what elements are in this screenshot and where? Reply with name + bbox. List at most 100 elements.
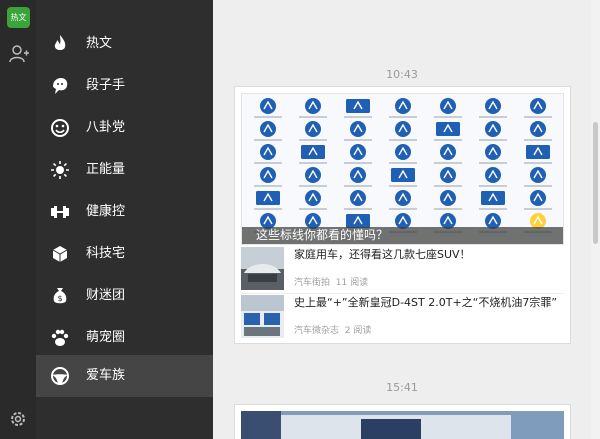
- sign-shape: [305, 98, 321, 114]
- category-item-health[interactable]: 健康控: [36, 191, 213, 233]
- sign-caption: [254, 162, 282, 164]
- sign-shape: [350, 167, 366, 183]
- article-title: 家庭用车，还得看这几款七座SUV！: [294, 248, 471, 261]
- sign-caption: [479, 162, 507, 164]
- sign-caption: [299, 162, 327, 164]
- sign-shape: [395, 144, 411, 160]
- category-label: 科技宅: [86, 246, 126, 261]
- article-headline: 这些标线你都看的懂吗？: [256, 228, 389, 242]
- paw-icon: [51, 329, 69, 346]
- sign-caption: [389, 116, 417, 118]
- sign-caption: [434, 116, 462, 118]
- sign-shape: [305, 121, 321, 137]
- divider: [241, 293, 564, 294]
- article-meta: 汽车微杂志 2 阅读: [294, 323, 371, 336]
- category-label: 热文: [86, 36, 113, 51]
- article-card[interactable]: 这些标线你都看的懂吗？ 家庭用车，还得看这几款七座SUV！ 汽车街拍 11 阅读…: [234, 86, 571, 344]
- sign-caption: [344, 116, 372, 118]
- article-headline-bar: 这些标线你都看的懂吗？: [242, 227, 563, 244]
- sign-shape: [260, 98, 276, 114]
- app-badge[interactable]: 热文: [7, 7, 30, 28]
- article-source: 汽车街拍: [294, 278, 331, 288]
- sign-shape: [530, 167, 546, 183]
- sign-shape: [530, 190, 546, 206]
- left-rail: 热文: [0, 0, 36, 439]
- article-title: 史上最“+”全新皇冠D-4ST 2.0T+之“不烧机油7宗罪”: [294, 296, 558, 309]
- article-list-item[interactable]: 家庭用车，还得看这几款七座SUV！ 汽车街拍 11 阅读: [241, 247, 564, 293]
- category-item-positive[interactable]: 正能量: [36, 149, 213, 191]
- sign-caption: [299, 185, 327, 187]
- sign-caption: [524, 185, 552, 187]
- category-label: 八卦党: [86, 120, 126, 135]
- article-cover-image[interactable]: [241, 411, 564, 439]
- sign-caption: [479, 208, 507, 210]
- dumbbell-icon: [51, 206, 69, 218]
- category-label: 段子手: [86, 78, 126, 93]
- timestamp: 15:41: [386, 381, 418, 394]
- sign-caption: [389, 208, 417, 210]
- sign-shape: [485, 144, 501, 160]
- category-label: 萌宠圈: [86, 330, 126, 345]
- sign-caption: [524, 116, 552, 118]
- sign-shape: [530, 98, 546, 114]
- article-card[interactable]: [234, 404, 571, 439]
- sign-shape: [350, 144, 366, 160]
- sign-caption: [344, 185, 372, 187]
- sign-shape: [305, 190, 321, 206]
- steering-wheel-icon: [51, 367, 69, 385]
- scrollbar-thumb[interactable]: [593, 122, 598, 244]
- sign-caption: [524, 208, 552, 210]
- sign-shape: [440, 98, 456, 114]
- article-reads: 11 阅读: [335, 278, 369, 288]
- sign-shape: [350, 121, 366, 137]
- timestamp: 10:43: [386, 68, 418, 81]
- chat-bubble-icon: [53, 78, 68, 94]
- article-cover-image[interactable]: 这些标线你都看的懂吗？: [241, 93, 564, 245]
- category-item-cars[interactable]: 爱车族: [36, 355, 213, 397]
- sign-shape: [440, 167, 456, 183]
- sign-shape: [395, 190, 411, 206]
- category-item-gossip[interactable]: 八卦党: [36, 107, 213, 149]
- category-item-jokes[interactable]: 段子手: [36, 65, 213, 107]
- sign-caption: [389, 162, 417, 164]
- article-thumbnail: [241, 295, 284, 338]
- article-list-item[interactable]: 史上最“+”全新皇冠D-4ST 2.0T+之“不烧机油7宗罪” 汽车微杂志 2 …: [241, 295, 564, 341]
- flame-icon: [54, 35, 66, 50]
- traffic-signs-image: [254, 98, 552, 233]
- cube-icon: [52, 246, 68, 262]
- sign-shape: [530, 121, 546, 137]
- sign-shape: [350, 190, 366, 206]
- category-item-tech[interactable]: 科技宅: [36, 233, 213, 275]
- article-reads: 2 阅读: [344, 326, 372, 336]
- category-item-finance[interactable]: $ 财迷团: [36, 275, 213, 317]
- sign-caption: [389, 139, 417, 141]
- sign-caption: [434, 208, 462, 210]
- sign-shape: [485, 167, 501, 183]
- sign-shape: [395, 98, 411, 114]
- article-source: 汽车微杂志: [294, 326, 340, 336]
- sign-shape: [440, 144, 456, 160]
- sign-caption: [434, 139, 462, 141]
- sign-caption: [344, 162, 372, 164]
- sign-shape: [485, 121, 501, 137]
- sign-caption: [299, 208, 327, 210]
- add-contact-icon[interactable]: [9, 44, 29, 64]
- sign-caption: [479, 139, 507, 141]
- sun-icon: [51, 161, 69, 179]
- category-label: 财迷团: [86, 288, 126, 303]
- sign-caption: [254, 139, 282, 141]
- category-label: 爱车族: [86, 368, 126, 383]
- article-meta: 汽车街拍 11 阅读: [294, 275, 368, 288]
- category-item-pets[interactable]: 萌宠圈: [36, 317, 213, 359]
- category-label: 健康控: [86, 204, 126, 219]
- category-item-hot[interactable]: 热文: [36, 23, 213, 65]
- sign-caption: [479, 185, 507, 187]
- category-list: 热文 段子手 八卦党 正能量 健康控 科技宅 $ 财迷团 萌宠圈 爱车族: [36, 0, 213, 439]
- sign-shape: [260, 167, 276, 183]
- sign-caption: [524, 139, 552, 141]
- sign-caption: [254, 208, 282, 210]
- gear-icon[interactable]: [9, 410, 27, 428]
- sign-shape: [440, 190, 456, 206]
- sign-shape: [485, 98, 501, 114]
- sign-shape: [260, 144, 276, 160]
